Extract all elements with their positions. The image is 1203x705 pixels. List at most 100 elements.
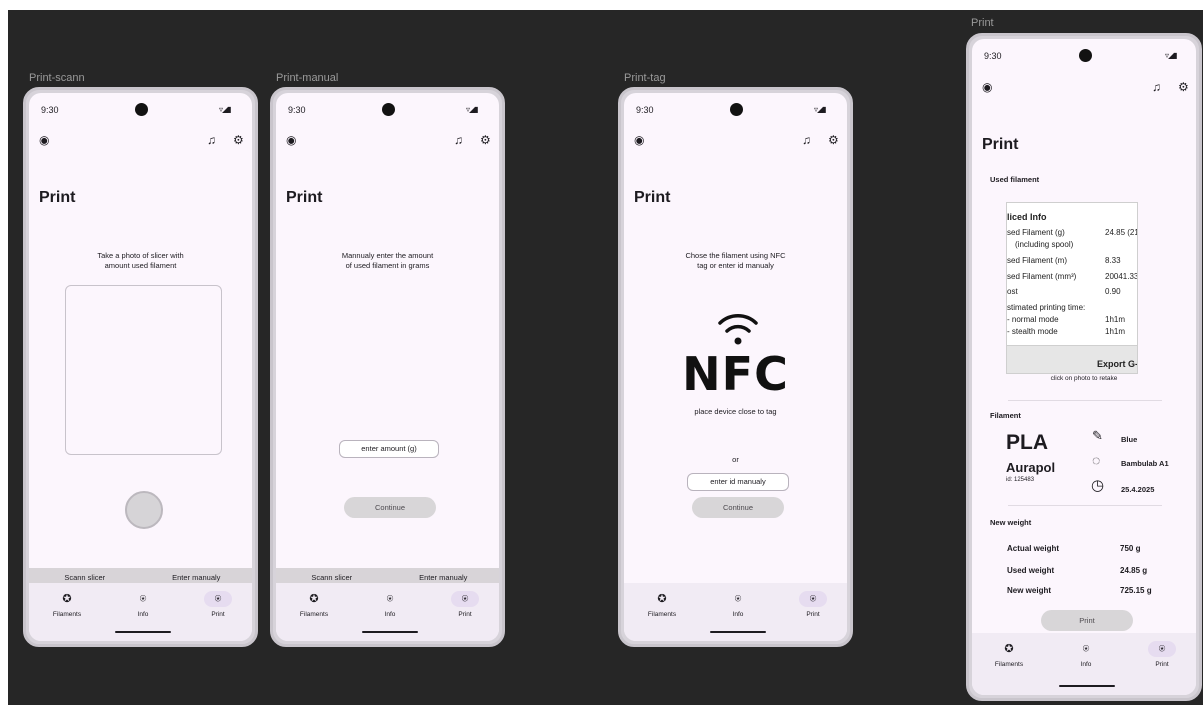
or-divider: or — [732, 455, 739, 464]
nav-info[interactable]: ⍟ Info — [718, 591, 758, 618]
eyedropper-icon: ✎ — [1092, 428, 1103, 443]
settings-gear-icon[interactable]: ⚙ — [233, 134, 244, 146]
shutter-button[interactable] — [125, 491, 163, 529]
filaments-icon: ✪ — [657, 593, 667, 605]
filament-date: 25.4.2025 — [1121, 485, 1155, 494]
divider — [1008, 400, 1162, 401]
page-title: Print — [982, 136, 1019, 153]
weight-label: Used weight — [1007, 566, 1055, 575]
wireless-icon — [718, 314, 758, 345]
page-title: Print — [286, 189, 323, 206]
continue-button[interactable]: Continue — [344, 497, 436, 518]
filament-brand: Aurapol — [1006, 460, 1056, 475]
nav-info[interactable]: ⍟ Info — [370, 591, 410, 618]
bottom-navigation: ✪ Filaments ⍟ Info ⍟ Print — [29, 583, 252, 641]
home-indicator — [362, 631, 418, 633]
camera-cutout — [135, 103, 148, 116]
nav-print[interactable]: ⍟ Print — [445, 591, 485, 618]
account-icon[interactable]: ◉ — [286, 134, 296, 146]
settings-gear-icon[interactable]: ⚙ — [480, 134, 491, 146]
print-icon: ⍟ — [204, 591, 232, 607]
print-icon: ⍟ — [799, 591, 827, 607]
weight-value: 750 g — [1120, 544, 1141, 553]
phone-frame-manual: 9:30 ▿◢▮ ◉ ♫ ⚙ Print Mannualy enter the … — [270, 87, 505, 647]
info-icon: ⍟ — [386, 593, 394, 605]
frame-label: Print-manual — [276, 72, 339, 84]
page-title: Print — [39, 189, 76, 206]
bottom-navigation: ✪ Filaments ⍟ Info ⍟ Print — [972, 633, 1196, 695]
account-icon[interactable]: ◉ — [982, 81, 992, 93]
filament-heading: Filament — [990, 411, 1021, 420]
home-indicator — [115, 631, 171, 633]
status-time: 9:30 — [984, 51, 1002, 61]
filaments-icon: ✪ — [309, 593, 319, 605]
phone-frame-tag: 9:30 ▿◢▮ ◉ ♫ ⚙ Print Chose the filament … — [618, 87, 853, 647]
nav-print[interactable]: ⍟ Print — [198, 591, 238, 618]
notification-bell-icon[interactable]: ♫ — [454, 134, 463, 146]
retake-hint: click on photo to retake — [1050, 375, 1118, 382]
home-indicator — [710, 631, 766, 633]
nav-filaments[interactable]: ✪ Filaments — [989, 641, 1029, 668]
settings-gear-icon[interactable]: ⚙ — [828, 134, 839, 146]
phone-frame-print: 9:30 ▿◢▮ ◉ ♫ ⚙ Print Used filament liced… — [966, 33, 1202, 701]
nav-filaments[interactable]: ✪ Filaments — [47, 591, 87, 618]
signal-icon: ▿◢▮ — [814, 105, 827, 114]
status-time: 9:30 — [288, 105, 306, 115]
bottom-navigation: ✪ Filaments ⍟ Info ⍟ Print — [276, 583, 499, 641]
phone-frame-scan: 9:30 ▿◢▮ ◉ ♫ ⚙ Print Take a photo of sli… — [23, 87, 258, 647]
continue-button[interactable]: Continue — [692, 497, 784, 518]
filament-id: id: 125483 — [1006, 477, 1035, 483]
filament-material: PLA — [1006, 431, 1048, 454]
nav-print[interactable]: ⍟ Print — [793, 591, 833, 618]
slicer-photo[interactable]: liced Info sed Filament (g)24.85 (217.85… — [1006, 202, 1138, 374]
instruction-text: Take a photo of slicer with amount used f… — [97, 251, 184, 271]
status-time: 9:30 — [41, 105, 59, 115]
id-input[interactable]: enter id manualy — [687, 473, 789, 491]
notification-bell-icon[interactable]: ♫ — [802, 134, 811, 146]
tab-enter-manualy[interactable]: Enter manualy — [141, 573, 253, 582]
weight-value: 725.15 g — [1120, 586, 1152, 595]
print-icon: ⍟ — [1148, 641, 1176, 657]
tab-enter-manualy[interactable]: Enter manualy — [388, 573, 500, 582]
clock-icon: ◷ — [1091, 477, 1105, 494]
weight-value: 24.85 g — [1120, 566, 1148, 575]
weight-label: New weight — [1007, 586, 1052, 595]
divider — [1008, 505, 1162, 506]
camera-preview[interactable] — [65, 285, 222, 455]
info-icon: ⍟ — [1082, 643, 1090, 655]
home-indicator — [1059, 685, 1115, 687]
nfc-logo: NFC — [682, 347, 789, 401]
frame-label: Print-scann — [29, 72, 85, 84]
nav-filaments[interactable]: ✪ Filaments — [294, 591, 334, 618]
print-button[interactable]: Print — [1041, 610, 1133, 631]
signal-icon: ▿◢▮ — [219, 105, 232, 114]
nfc-caption: place device close to tag — [694, 407, 777, 416]
nav-info[interactable]: ⍟ Info — [123, 591, 163, 618]
notification-bell-icon[interactable]: ♫ — [207, 134, 216, 146]
page-title: Print — [634, 189, 671, 206]
account-icon[interactable]: ◉ — [634, 134, 644, 146]
print-icon: ⍟ — [451, 591, 479, 607]
filaments-icon: ✪ — [62, 593, 72, 605]
filaments-icon: ✪ — [1004, 643, 1014, 655]
notification-bell-icon[interactable]: ♫ — [1152, 81, 1161, 93]
nav-print[interactable]: ⍟ Print — [1142, 641, 1182, 668]
info-icon: ⍟ — [139, 593, 147, 605]
status-time: 9:30 — [636, 105, 654, 115]
signal-icon: ▿◢▮ — [466, 105, 479, 114]
nav-filaments[interactable]: ✪ Filaments — [642, 591, 682, 618]
tab-scann-slicer[interactable]: Scann slicer — [276, 573, 388, 582]
account-icon[interactable]: ◉ — [39, 134, 49, 146]
bottom-navigation: ✪ Filaments ⍟ Info ⍟ Print — [624, 583, 847, 641]
nav-info[interactable]: ⍟ Info — [1066, 641, 1106, 668]
instruction-text: Chose the filament using NFC tag or enter… — [685, 251, 786, 271]
info-icon: ⍟ — [734, 593, 742, 605]
settings-gear-icon[interactable]: ⚙ — [1178, 81, 1189, 93]
tab-scann-slicer[interactable]: Scann slicer — [29, 573, 141, 582]
spool-icon: ◌ — [1092, 452, 1101, 468]
amount-input[interactable]: enter amount (g) — [339, 440, 439, 458]
signal-icon: ▿◢▮ — [1165, 51, 1178, 60]
weight-label: Actual weight — [1007, 544, 1060, 553]
filament-printer: Bambulab A1 — [1121, 459, 1169, 468]
frame-label: Print-tag — [624, 72, 666, 84]
